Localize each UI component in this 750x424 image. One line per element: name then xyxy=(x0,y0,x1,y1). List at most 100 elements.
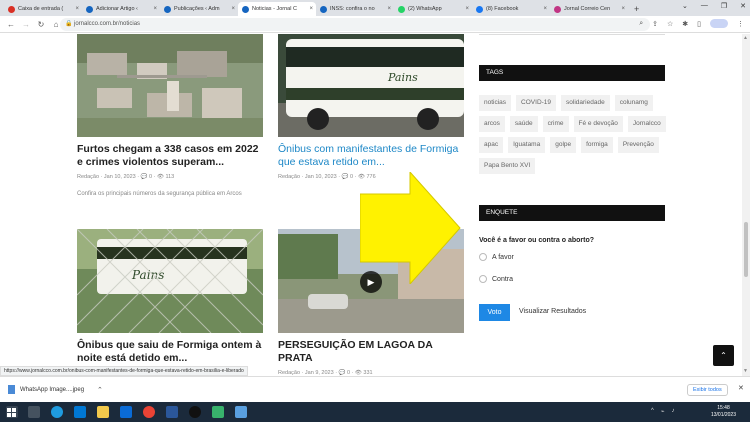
new-tab-button[interactable]: + xyxy=(634,2,639,16)
browser-tab[interactable]: Caixa de entrada ( × xyxy=(4,2,82,16)
sidepanel-icon[interactable]: ▯ xyxy=(697,20,701,28)
chevron-up-icon[interactable]: ⌃ xyxy=(97,386,103,394)
volume-icon[interactable]: ♪ xyxy=(671,408,674,415)
article-image-fence-bus[interactable]: Pains xyxy=(77,229,263,333)
tab-close-icon[interactable]: × xyxy=(309,6,313,12)
tag-chip[interactable]: solidariedade xyxy=(561,95,610,111)
vote-button[interactable]: Voto xyxy=(479,304,510,321)
browser-tab[interactable]: Publicações ‹ Adm × xyxy=(160,2,238,16)
tab-close-icon[interactable]: × xyxy=(621,6,625,12)
sidebar-divider xyxy=(479,34,665,37)
back-to-top-button[interactable]: ⌃ xyxy=(713,345,734,366)
tab-close-icon[interactable]: × xyxy=(75,6,79,12)
tag-chip[interactable]: saúde xyxy=(509,116,538,132)
profile-avatar[interactable] xyxy=(710,19,728,28)
browser-tab[interactable]: Adicionar Artigo ‹ × xyxy=(82,2,160,16)
lock-icon: 🔒 xyxy=(65,21,73,27)
forward-icon[interactable]: → xyxy=(22,20,30,29)
tab-close-icon[interactable]: × xyxy=(465,6,469,12)
scroll-up-icon[interactable]: ▲ xyxy=(743,35,748,41)
tab-label: Caixa de entrada ( xyxy=(18,6,64,12)
tab-favicon-icon xyxy=(8,5,15,13)
tag-chip[interactable]: arcos xyxy=(479,116,505,132)
tray-chevron-icon[interactable]: ^ xyxy=(651,408,654,415)
scroll-down-icon[interactable]: ▼ xyxy=(743,368,748,374)
address-bar[interactable]: 🔒 jornalcco.com.br/noticias xyxy=(60,18,650,31)
tab-search-icon[interactable]: ⌄ xyxy=(682,2,688,10)
sheets-icon[interactable] xyxy=(212,406,224,418)
edge-icon[interactable] xyxy=(51,406,63,418)
home-icon[interactable]: ⌂ xyxy=(52,20,60,29)
browser-tab[interactable]: Noticias - Jornal C × xyxy=(238,2,316,16)
minimize-button[interactable]: — xyxy=(701,2,708,10)
windows-start-icon[interactable] xyxy=(6,406,18,418)
tab-close-icon[interactable]: × xyxy=(231,6,235,12)
tab-close-icon[interactable]: × xyxy=(387,6,391,12)
tab-label: INSS: confira o no xyxy=(330,6,375,12)
close-window-button[interactable]: ✕ xyxy=(740,2,746,10)
article-card[interactable]: Pains Ônibus com manifestantes de Formig… xyxy=(278,34,464,180)
page-content: Furtos chegam a 338 casos em 2022 e crim… xyxy=(0,34,742,376)
tag-chip[interactable]: colunamg xyxy=(614,95,653,111)
tag-chip[interactable]: Jornalcco xyxy=(627,116,666,132)
reload-icon[interactable]: ↻ xyxy=(37,20,45,29)
tag-chip[interactable]: Fé e devoção xyxy=(573,116,623,132)
article-title[interactable]: Furtos chegam a 338 casos em 2022 e crim… xyxy=(77,143,263,169)
article-title[interactable]: Ônibus que saiu de Formiga ontem à noite… xyxy=(77,339,263,365)
tab-close-icon[interactable]: × xyxy=(153,6,157,12)
article-card[interactable]: Pains Ônibus que saiu de Formiga ontem à… xyxy=(77,229,263,365)
file-icon xyxy=(8,385,15,394)
status-bar-url: https://www.jornalcco.com.br/onibus-com-… xyxy=(0,366,248,376)
extensions-icon[interactable]: ✱ xyxy=(682,20,688,28)
app-icon[interactable] xyxy=(189,406,201,418)
window-controls: ⌄ — ❐ ✕ xyxy=(682,2,746,10)
browser-tab[interactable]: INSS: confira o no × xyxy=(316,2,394,16)
chrome-icon[interactable] xyxy=(143,406,155,418)
word-icon[interactable] xyxy=(166,406,178,418)
tab-close-icon[interactable]: × xyxy=(543,6,547,12)
tag-chip[interactable]: crime xyxy=(542,116,569,132)
tag-chip[interactable]: formiga xyxy=(581,137,613,153)
tag-chip[interactable]: apac xyxy=(479,137,504,153)
tag-chip[interactable]: Papa Bento XVI xyxy=(479,158,536,174)
photos-icon[interactable] xyxy=(235,406,247,418)
close-download-bar-button[interactable]: ✕ xyxy=(738,384,744,392)
network-icon[interactable]: ⌁ xyxy=(661,408,665,415)
tab-label: (2) WhatsApp xyxy=(408,6,442,12)
scrollbar-thumb[interactable] xyxy=(744,222,748,277)
scrollbar[interactable]: ▲ ▼ xyxy=(742,34,750,376)
task-view-icon[interactable] xyxy=(28,406,40,418)
maximize-button[interactable]: ❐ xyxy=(721,2,727,10)
bookmark-star-icon[interactable]: ☆ xyxy=(667,20,673,28)
file-explorer-icon[interactable] xyxy=(97,406,109,418)
article-title[interactable]: PERSEGUIÇÃO EM LAGOA DA PRATA xyxy=(278,339,464,365)
tag-chip[interactable]: golpe xyxy=(550,137,577,153)
system-tray[interactable]: ^ ⌁ ♪ xyxy=(651,408,674,415)
poll-option-favor[interactable]: A favor xyxy=(479,253,514,261)
download-item[interactable]: WhatsApp Image....jpeg ⌃ xyxy=(8,385,103,394)
tag-chip[interactable]: COVID-19 xyxy=(516,95,557,111)
mail-icon[interactable] xyxy=(120,406,132,418)
clock[interactable]: 15:48 13/01/2023 xyxy=(711,405,736,419)
browser-tab[interactable]: Jornal Correio Cen × xyxy=(550,2,628,16)
store-icon[interactable] xyxy=(74,406,86,418)
article-image-city[interactable] xyxy=(77,34,263,137)
menu-icon[interactable]: ⋮ xyxy=(737,20,744,28)
share-icon[interactable]: ⇪ xyxy=(652,20,658,28)
poll-option-contra[interactable]: Contra xyxy=(479,275,513,283)
tag-chip[interactable]: Iguatama xyxy=(508,137,546,153)
tag-chip[interactable]: noticias xyxy=(479,95,512,111)
tag-chip[interactable]: Prevenção xyxy=(617,137,659,153)
radio-contra[interactable] xyxy=(479,275,487,283)
browser-tab[interactable]: (2) WhatsApp × xyxy=(394,2,472,16)
show-all-button[interactable]: Exibir todos xyxy=(687,384,728,396)
article-image-bus[interactable]: Pains xyxy=(278,34,464,137)
url-text: jornalcco.com.br/noticias xyxy=(74,21,141,27)
radio-favor[interactable] xyxy=(479,253,487,261)
article-title[interactable]: Ônibus com manifestantes de Formiga que … xyxy=(278,143,464,169)
zoom-icon[interactable]: ⌕ xyxy=(639,20,643,28)
back-icon[interactable]: ← xyxy=(7,20,15,29)
browser-tab[interactable]: (8) Facebook × xyxy=(472,2,550,16)
view-results-link[interactable]: Visualizar Resultados xyxy=(519,308,586,315)
article-card[interactable]: Furtos chegam a 338 casos em 2022 e crim… xyxy=(77,34,263,199)
